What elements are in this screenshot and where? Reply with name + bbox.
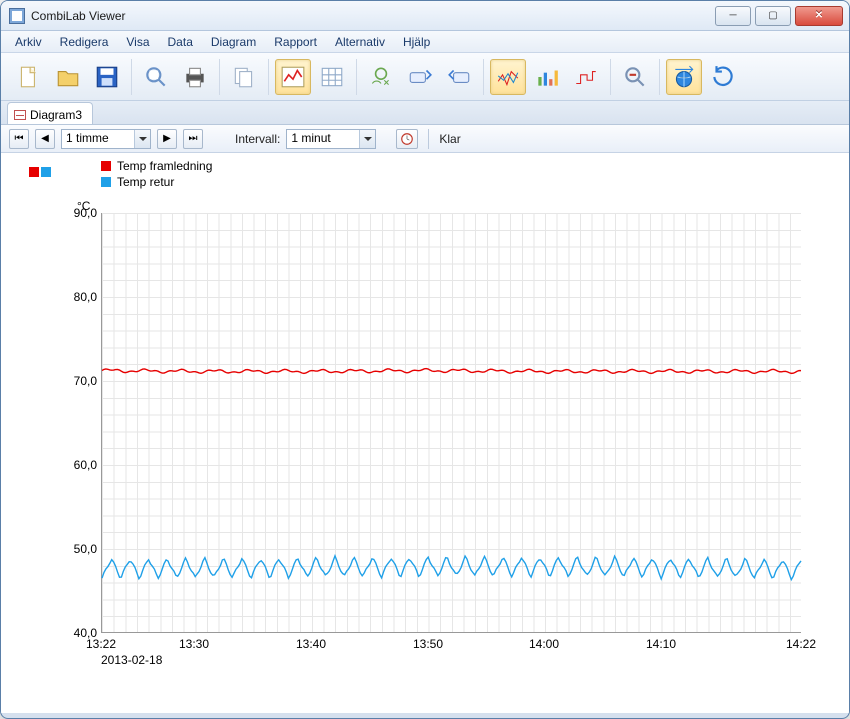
x-tick: 14:00 — [529, 637, 559, 651]
x-tick: 14:10 — [646, 637, 676, 651]
menu-data[interactable]: Data — [160, 33, 201, 51]
menu-visa[interactable]: Visa — [118, 33, 157, 51]
legend-swatches — [29, 167, 51, 177]
copy-button[interactable] — [226, 59, 262, 95]
legend-label: Temp framledning — [117, 159, 212, 173]
import-button[interactable] — [363, 59, 399, 95]
tab-diagram3[interactable]: Diagram3 — [7, 102, 93, 124]
menu-hjalp[interactable]: Hjälp — [395, 33, 438, 51]
titlebar: CombiLab Viewer ─ ▢ ✕ — [1, 1, 849, 31]
next-button[interactable]: ▶ — [157, 129, 177, 149]
x-tick: 13:22 — [86, 637, 116, 651]
menubar: Arkiv Redigera Visa Data Diagram Rapport… — [1, 31, 849, 53]
y-tick: 70,0 — [57, 374, 97, 388]
y-tick: 90,0 — [57, 206, 97, 220]
menu-redigera[interactable]: Redigera — [52, 33, 117, 51]
status-text: Klar — [439, 132, 460, 146]
view-table-button[interactable] — [314, 59, 350, 95]
refresh-button[interactable] — [705, 59, 741, 95]
x-tick: 13:40 — [296, 637, 326, 651]
globe-button[interactable] — [666, 59, 702, 95]
open-button[interactable] — [50, 59, 86, 95]
menu-rapport[interactable]: Rapport — [266, 33, 325, 51]
chart-series — [102, 213, 801, 632]
timespan-select[interactable]: 1 timme — [61, 129, 151, 149]
window-controls: ─ ▢ ✕ — [711, 6, 843, 26]
menu-arkiv[interactable]: Arkiv — [7, 33, 50, 51]
zoom-out-button[interactable] — [617, 59, 653, 95]
close-button[interactable]: ✕ — [795, 6, 843, 26]
view-chart-button[interactable] — [275, 59, 311, 95]
new-file-button[interactable] — [11, 59, 47, 95]
tab-label: Diagram3 — [30, 108, 82, 122]
prev-button[interactable]: ◀ — [35, 129, 55, 149]
first-button[interactable]: ⏮ — [9, 129, 29, 149]
print-button[interactable] — [177, 59, 213, 95]
print-preview-button[interactable] — [138, 59, 174, 95]
app-window: CombiLab Viewer ─ ▢ ✕ Arkiv Redigera Vis… — [0, 0, 850, 719]
tab-strip: Diagram3 — [1, 101, 849, 125]
interval-select[interactable]: 1 minut — [286, 129, 376, 149]
y-tick: 50,0 — [57, 542, 97, 556]
x-axis-date: 2013-02-18 — [101, 653, 162, 667]
chart-area: Temp framledning Temp retur °C 90,0 80,0… — [1, 153, 849, 713]
maximize-button[interactable]: ▢ — [755, 6, 791, 26]
x-tick: 14:22 — [786, 637, 816, 651]
x-tick: 13:50 — [413, 637, 443, 651]
y-tick: 60,0 — [57, 458, 97, 472]
last-button[interactable]: ⏭ — [183, 129, 203, 149]
minimize-button[interactable]: ─ — [715, 6, 751, 26]
menu-alternativ[interactable]: Alternativ — [327, 33, 393, 51]
playback-bar: ⏮ ◀ 1 timme ▶ ⏭ Intervall: 1 minut Klar — [1, 125, 849, 153]
chart-mode-step-button[interactable] — [568, 59, 604, 95]
legend: Temp framledning Temp retur — [101, 159, 212, 191]
interval-label: Intervall: — [235, 132, 280, 146]
realtime-button[interactable] — [396, 129, 418, 149]
chart-mode-line-button[interactable] — [490, 59, 526, 95]
load-data-button[interactable] — [441, 59, 477, 95]
legend-label: Temp retur — [117, 175, 174, 189]
chart-icon — [14, 110, 26, 120]
chart-mode-bar-button[interactable] — [529, 59, 565, 95]
chevron-down-icon — [359, 130, 375, 148]
chevron-down-icon — [134, 130, 150, 148]
save-button[interactable] — [89, 59, 125, 95]
x-tick: 13:30 — [179, 637, 209, 651]
clock-icon — [400, 132, 414, 146]
menu-diagram[interactable]: Diagram — [203, 33, 264, 51]
save-data-button[interactable] — [402, 59, 438, 95]
plot-canvas[interactable] — [101, 213, 801, 633]
y-tick: 80,0 — [57, 290, 97, 304]
toolbar — [1, 53, 849, 101]
window-title: CombiLab Viewer — [31, 9, 711, 23]
app-icon — [9, 8, 25, 24]
